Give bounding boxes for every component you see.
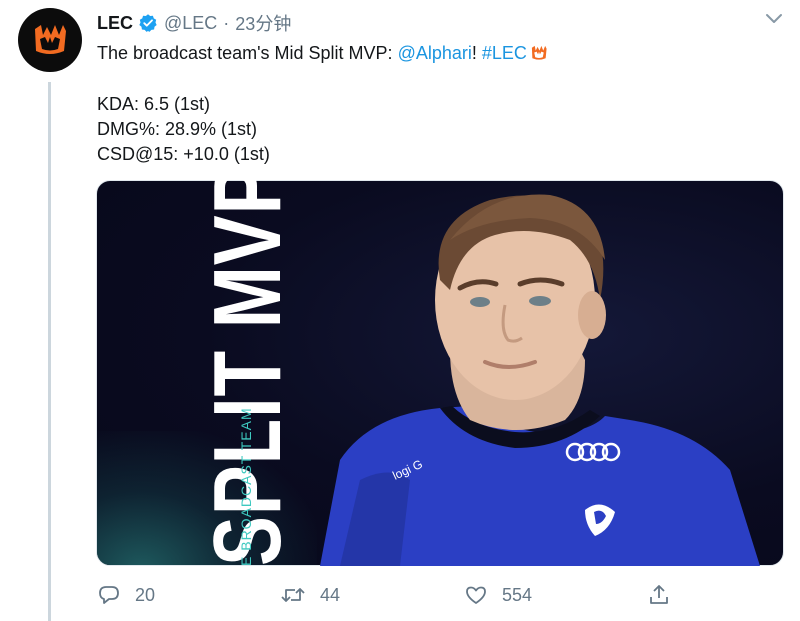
share-button[interactable] xyxy=(647,580,685,610)
share-icon xyxy=(650,585,668,604)
tweet-text-intro: The broadcast team's Mid Split MVP: xyxy=(97,43,398,63)
mention-link[interactable]: @Alphari xyxy=(398,43,472,63)
like-count: 554 xyxy=(502,584,533,605)
reply-icon xyxy=(99,586,119,604)
thread-line xyxy=(48,82,51,621)
user-handle[interactable]: @LEC xyxy=(164,13,217,34)
player-photo: logi G xyxy=(320,194,760,566)
like-button[interactable]: 554 xyxy=(464,580,532,610)
separator-dot: · xyxy=(223,12,230,33)
tweet-text: The broadcast team's Mid Split MVP: @Alp… xyxy=(97,41,548,68)
retweet-count: 44 xyxy=(320,584,341,605)
hashtag-link[interactable]: #LEC xyxy=(482,43,527,63)
stat-dmg: DMG%: 28.9% (1st) xyxy=(97,119,258,139)
media-subline: E BROADCAST TEAM xyxy=(238,407,254,566)
lec-logo-icon xyxy=(35,25,66,54)
tweet-actions: 20 44 554 xyxy=(97,580,687,610)
retweet-icon xyxy=(281,588,305,602)
tweet-text-mid: ! xyxy=(471,43,482,63)
reply-count: 20 xyxy=(135,584,156,605)
chevron-down-icon[interactable] xyxy=(762,8,786,30)
avatar[interactable] xyxy=(18,8,82,72)
stats-list: KDA: 6.5 (1st) DMG%: 28.9% (1st) CSD@15:… xyxy=(97,92,270,167)
stat-kda: KDA: 6.5 (1st) xyxy=(97,94,211,114)
display-name[interactable]: LEC xyxy=(97,13,133,34)
like-icon xyxy=(466,586,486,604)
retweet-button[interactable]: 44 xyxy=(280,580,340,610)
tweet-timestamp[interactable]: 23分钟 xyxy=(235,10,291,36)
lec-hashflag-icon xyxy=(530,44,548,68)
reply-button[interactable]: 20 xyxy=(97,580,155,610)
verified-badge-icon xyxy=(138,13,158,33)
tweet-header: LEC @LEC · 23分钟 xyxy=(97,10,291,36)
